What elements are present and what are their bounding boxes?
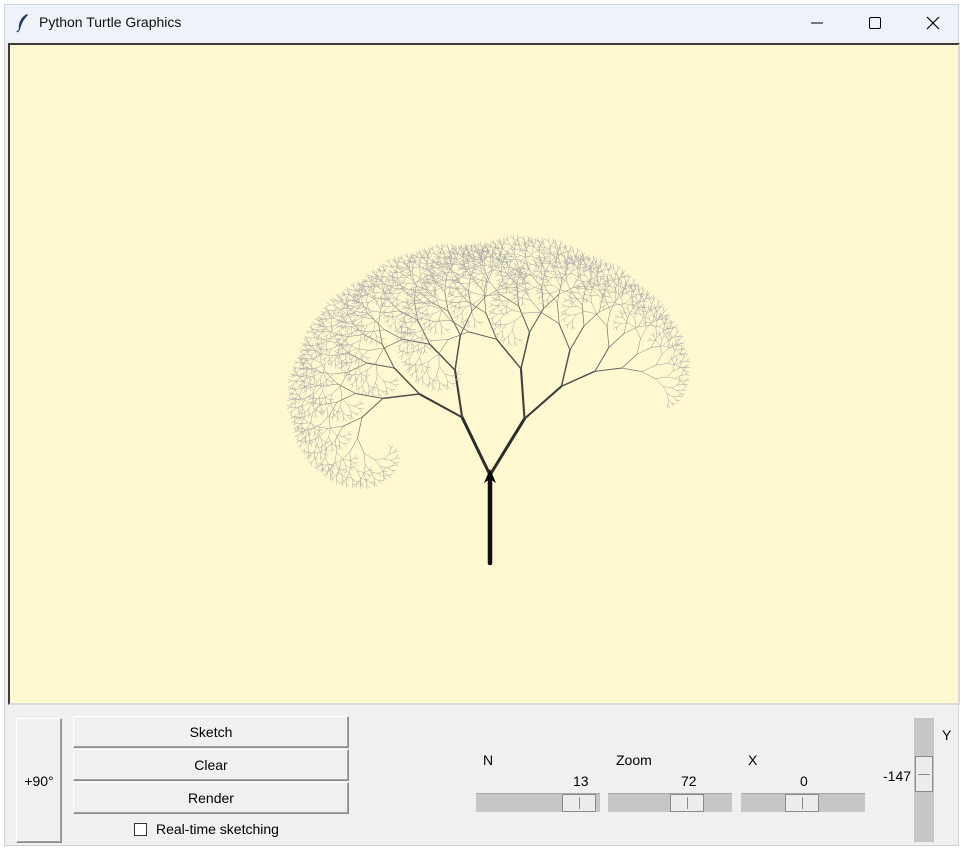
fractal-tree-drawing xyxy=(287,234,691,566)
close-button[interactable] xyxy=(904,5,962,41)
rotate-90-button[interactable]: +90° xyxy=(16,718,62,843)
y-slider[interactable] xyxy=(914,718,934,842)
minimize-button[interactable] xyxy=(788,5,846,41)
y-slider-label: Y xyxy=(942,727,952,743)
clear-button[interactable]: Clear xyxy=(73,749,349,781)
x-slider-thumb[interactable] xyxy=(785,794,819,812)
realtime-sketching-checkbox[interactable] xyxy=(134,823,147,836)
minimize-icon xyxy=(811,22,823,24)
x-slider[interactable] xyxy=(741,793,865,812)
feather-icon xyxy=(16,14,28,33)
y-slider-value: -147 xyxy=(883,768,912,784)
zoom-slider[interactable] xyxy=(608,793,732,812)
sketch-button[interactable]: Sketch xyxy=(73,716,349,748)
render-button[interactable]: Render xyxy=(73,782,349,814)
n-slider-label: N xyxy=(483,752,494,768)
zoom-slider-value: 72 xyxy=(681,773,697,789)
n-slider[interactable] xyxy=(476,793,600,812)
x-slider-value: 0 xyxy=(800,773,808,789)
x-slider-label: X xyxy=(748,752,758,768)
n-slider-value: 13 xyxy=(573,773,589,789)
turtle-canvas[interactable] xyxy=(8,43,960,705)
zoom-slider-label: Zoom xyxy=(616,752,652,768)
title-bar[interactable]: Python Turtle Graphics xyxy=(5,5,958,41)
y-slider-thumb[interactable] xyxy=(915,756,933,792)
zoom-slider-thumb[interactable] xyxy=(670,794,704,812)
window-title: Python Turtle Graphics xyxy=(39,14,182,30)
maximize-icon xyxy=(869,17,881,29)
app-window: Python Turtle Graphics +90° Sketch Clear… xyxy=(4,4,960,846)
n-slider-thumb[interactable] xyxy=(562,794,596,812)
realtime-sketching-label: Real-time sketching xyxy=(156,821,279,837)
maximize-button[interactable] xyxy=(846,5,904,41)
close-icon xyxy=(926,16,940,30)
